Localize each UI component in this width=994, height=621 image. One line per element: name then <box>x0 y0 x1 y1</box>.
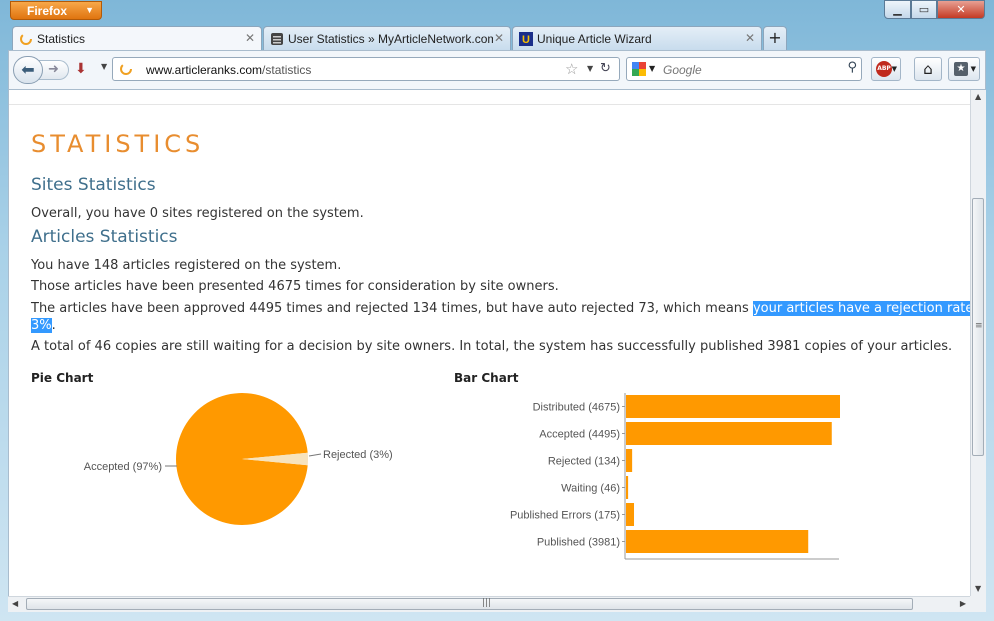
articles-line-1: You have 148 articles registered on the … <box>31 258 342 273</box>
scrollbar-corner <box>970 596 986 612</box>
tab-close-icon[interactable]: ✕ <box>494 31 504 45</box>
bar-category-label: Distributed (4675) <box>533 402 620 414</box>
plus-icon: + <box>768 28 782 47</box>
chevron-down-icon[interactable]: ▼ <box>649 64 655 73</box>
bar <box>626 503 635 526</box>
bar-category-label: Published (3981) <box>537 537 620 549</box>
articles-line-3-cont: 3%. <box>31 318 56 333</box>
arrow-left-icon: ⬅ <box>21 60 35 79</box>
scroll-left-icon[interactable]: ◀ <box>12 599 18 608</box>
articles-line-3: The articles have been approved 4495 tim… <box>31 301 971 316</box>
firefox-menu-button[interactable]: Firefox ▼ <box>10 1 102 20</box>
forward-button[interactable]: ➜ <box>39 60 69 80</box>
vertical-scrollbar[interactable]: ▲ ≡ ▼ <box>970 90 986 596</box>
bar <box>626 476 629 499</box>
horizontal-scrollbar[interactable]: ◀ ||| ▶ <box>8 596 970 612</box>
articles-line-2: Those articles have been presented 4675 … <box>31 279 559 294</box>
articles-heading: Articles Statistics <box>31 227 178 247</box>
sites-heading: Sites Statistics <box>31 175 156 195</box>
tab-label: Unique Article Wizard <box>537 32 652 46</box>
maximize-icon: ▭ <box>918 3 930 16</box>
minimize-button[interactable]: ▁ <box>884 0 911 19</box>
tab-label: User Statistics » MyArticleNetwork.com <box>288 32 493 46</box>
search-bar[interactable]: ▼ Google ⚲ <box>626 57 862 81</box>
title-bar: Firefox ▼ ▁ ▭ ✕ <box>0 0 994 24</box>
loading-icon <box>20 33 32 45</box>
selected-text: 3% <box>31 318 52 333</box>
chevron-down-icon[interactable]: ▼ <box>101 62 107 71</box>
tab-close-icon[interactable]: ✕ <box>245 31 255 45</box>
line3-end: . <box>51 318 56 333</box>
pie-label-accepted: Accepted (97%) <box>84 461 162 473</box>
url-path: /statistics <box>262 63 312 77</box>
back-button[interactable]: ⬅ <box>13 56 43 84</box>
navigation-toolbar: ➜ ⬅ ⬇ ▼ www.articleranks.com/statistics … <box>8 50 986 90</box>
download-status-icon[interactable]: ⬇ <box>75 61 87 77</box>
url-bar[interactable]: www.articleranks.com/statistics ☆ ▼ ↻ <box>112 57 620 81</box>
bar-chart: Distributed (4675) Accepted (4495) Rejecte… <box>510 393 840 560</box>
google-icon <box>632 62 646 76</box>
chevron-down-icon: ▼ <box>891 65 897 73</box>
page-title: STATISTICS <box>31 130 205 158</box>
tab-label: Statistics <box>37 32 86 46</box>
horizontal-scroll-thumb[interactable]: ||| <box>26 598 913 610</box>
bar-chart-title: Bar Chart <box>454 371 519 385</box>
scroll-down-icon[interactable]: ▼ <box>975 584 981 593</box>
svg-text:U: U <box>522 34 530 46</box>
pie-label-rejected: Rejected (3%) <box>323 449 393 461</box>
adblock-button[interactable]: ABP ▼ <box>871 57 901 81</box>
scroll-right-icon[interactable]: ▶ <box>960 599 966 608</box>
search-icon[interactable]: ⚲ <box>847 60 857 75</box>
home-button[interactable]: ⌂ <box>914 57 942 81</box>
pie-chart: Accepted (97%) Rejected (3%) <box>84 393 393 525</box>
sites-text: Overall, you have 0 sites registered on … <box>31 206 364 221</box>
chevron-down-icon: ▼ <box>970 65 976 73</box>
bar-category-label: Accepted (4495) <box>539 429 620 441</box>
tab-statistics[interactable]: Statistics ✕ <box>12 26 262 51</box>
chevron-down-icon[interactable]: ▼ <box>587 64 593 73</box>
scroll-up-icon[interactable]: ▲ <box>975 92 981 101</box>
bookmark-star-icon[interactable]: ☆ <box>565 60 578 78</box>
adblock-icon: ABP <box>876 61 892 77</box>
bar <box>626 422 832 445</box>
maximize-button[interactable]: ▭ <box>911 0 937 19</box>
url-text: www.articleranks.com/statistics <box>146 63 311 77</box>
arrow-right-icon: ➜ <box>48 62 59 77</box>
bar <box>626 449 633 472</box>
header-strip <box>9 90 971 105</box>
u-logo-icon: U <box>519 32 533 46</box>
bar <box>626 530 809 553</box>
close-window-button[interactable]: ✕ <box>937 0 985 19</box>
pie-leader-line <box>308 453 322 457</box>
tab-unique-article-wizard[interactable]: U Unique Article Wizard ✕ <box>512 26 762 50</box>
loading-icon <box>120 63 132 75</box>
bookmarks-button[interactable]: ★ ▼ <box>948 57 980 81</box>
search-input[interactable]: Google <box>663 63 702 77</box>
bookmarks-icon: ★ <box>954 62 968 76</box>
home-icon: ⌂ <box>923 60 933 78</box>
close-icon: ✕ <box>956 3 966 16</box>
url-domain: www.articleranks.com <box>146 63 263 77</box>
page-icon <box>271 33 283 45</box>
firefox-menu-label: Firefox <box>27 4 68 18</box>
tab-user-statistics[interactable]: User Statistics » MyArticleNetwork.com ✕ <box>263 26 511 50</box>
grip-icon: ≡ <box>975 321 983 331</box>
new-tab-button[interactable]: + <box>763 26 787 50</box>
selected-text: your articles have a rejection rate of <box>752 301 971 316</box>
reload-icon[interactable]: ↻ <box>600 61 611 76</box>
pie-chart-title: Pie Chart <box>31 371 94 385</box>
bar-category-label: Waiting (46) <box>561 483 620 495</box>
minimize-icon: ▁ <box>893 3 902 16</box>
chevron-down-icon: ▼ <box>85 5 94 15</box>
back-forward-group: ➜ ⬅ <box>13 56 75 84</box>
line3-text: The articles have been approved 4495 tim… <box>31 301 753 316</box>
grip-icon: ||| <box>482 598 492 608</box>
bar-category-label: Published Errors (175) <box>510 510 620 522</box>
page-viewport: STATISTICS Sites Statistics Overall, you… <box>8 90 971 596</box>
tab-close-icon[interactable]: ✕ <box>745 31 755 45</box>
vertical-scroll-thumb[interactable]: ≡ <box>972 198 984 456</box>
bar-category-label: Rejected (134) <box>548 456 620 468</box>
bar <box>626 395 840 418</box>
articles-line-4: A total of 46 copies are still waiting f… <box>31 339 953 354</box>
